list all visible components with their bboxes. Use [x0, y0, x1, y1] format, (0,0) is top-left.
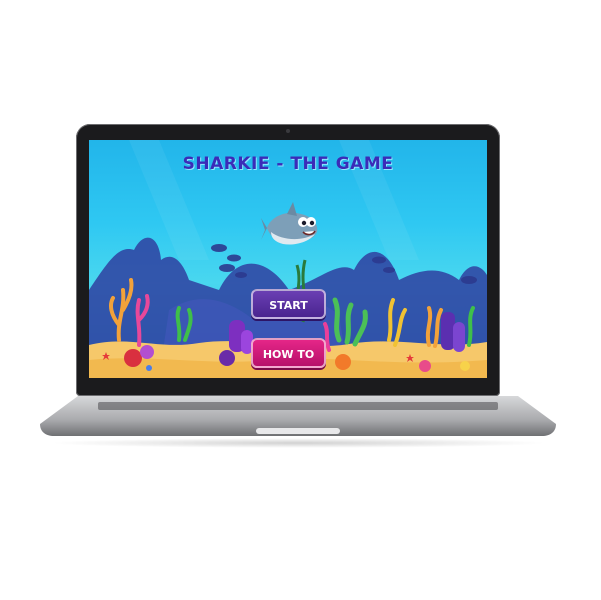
laptop-keyboard-deck [40, 396, 556, 436]
game-title: SHARKIE - THE GAME [182, 154, 394, 174]
webcam [286, 129, 290, 133]
start-button[interactable]: START [251, 289, 326, 319]
shark-icon [261, 202, 318, 245]
laptop-lid: SHARKIE - THE GAME START HOW TO PLAY [76, 124, 500, 396]
underwater-scene: SHARKIE - THE GAME START HOW TO PLAY [89, 140, 487, 378]
game-screen[interactable]: SHARKIE - THE GAME START HOW TO PLAY [89, 140, 487, 378]
laptop-base [38, 394, 558, 438]
laptop-shadow [48, 438, 548, 448]
how-to-play-button[interactable]: HOW TO PLAY [251, 338, 326, 368]
laptop: SHARKIE - THE GAME START HOW TO PLAY [0, 0, 601, 600]
